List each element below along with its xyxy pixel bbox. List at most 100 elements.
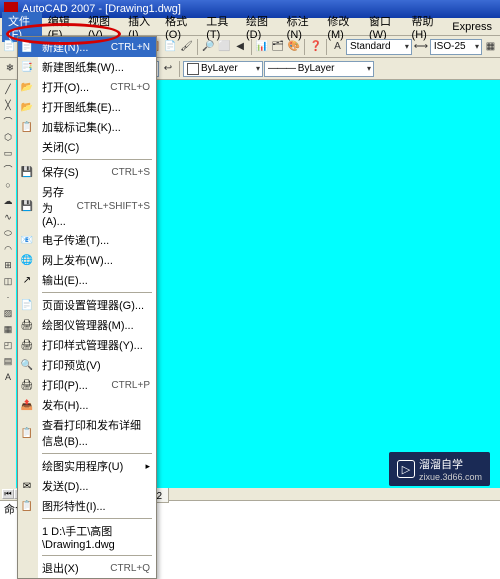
pline-icon[interactable]: ⌒	[1, 114, 15, 128]
arc-icon[interactable]: ⌒	[1, 162, 15, 176]
spline-icon[interactable]: ∿	[1, 210, 15, 224]
dcenter-icon[interactable]: 🗂	[270, 39, 285, 55]
menu-separator	[42, 292, 152, 293]
menu-express[interactable]: Express	[446, 20, 498, 34]
region-icon[interactable]: ◰	[1, 338, 15, 352]
file-menu-item[interactable]: 💾保存(S)CTRL+S	[18, 162, 156, 182]
tpalette-icon[interactable]: 🎨	[286, 39, 301, 55]
revcloud-icon[interactable]: ☁	[1, 194, 15, 208]
linetype-dropdown[interactable]: ——— ByLayer	[264, 61, 374, 77]
file-menu-item[interactable]: 🌐网上发布(W)...	[18, 250, 156, 270]
file-menu-item[interactable]: 📤 发布(H)...	[18, 395, 156, 415]
menu-item-icon	[20, 459, 34, 473]
color-dropdown[interactable]: ByLayer	[183, 61, 263, 77]
circle-icon[interactable]: ○	[1, 178, 15, 192]
file-menu-item[interactable]: 📄页面设置管理器(G)...	[18, 295, 156, 315]
play-icon: ▷	[397, 460, 415, 478]
file-menu-item[interactable]: 📧电子传递(T)...	[18, 230, 156, 250]
file-menu-item[interactable]: 关闭(C)	[18, 137, 156, 157]
gradient-icon[interactable]: ▦	[1, 322, 15, 336]
file-menu-item[interactable]: 📋加载标记集(K)...	[18, 117, 156, 137]
style-icon[interactable]: A	[330, 39, 345, 55]
new-icon[interactable]: 📄	[2, 39, 17, 55]
menu-item-label: 新建(N)...	[42, 39, 88, 55]
menu-item-icon: 🖨	[20, 318, 34, 332]
menu-item-label: 打印预览(V)	[42, 357, 101, 373]
ellarc-icon[interactable]: ◠	[1, 242, 15, 256]
insert-icon[interactable]: ⊞	[1, 258, 15, 272]
file-menu-item[interactable]: 退出(X)CTRL+Q	[18, 558, 156, 578]
color-label: ByLayer	[201, 63, 238, 74]
menu-tools[interactable]: 工具(T)	[200, 12, 240, 42]
menu-item-icon: ↗	[20, 273, 34, 287]
help-icon[interactable]: ❓	[308, 39, 323, 55]
menu-item-shortcut: CTRL+N	[111, 42, 150, 53]
file-menu-item[interactable]: 绘图实用程序(U)	[18, 456, 156, 476]
file-menu-item[interactable]: 🖨绘图仪管理器(M)...	[18, 315, 156, 335]
file-menu-item[interactable]: 📄新建(N)...CTRL+N	[18, 37, 156, 57]
file-menu-item[interactable]: 📋查看打印和发布详细信息(B)...	[18, 415, 156, 451]
file-menu-item[interactable]: 🖨打印(P)...CTRL+P	[18, 375, 156, 395]
table-icon[interactable]: ▦	[483, 39, 498, 55]
separator	[251, 39, 252, 55]
menu-item-label: 发送(D)...	[42, 478, 88, 494]
zoom-win-icon[interactable]: ⬜	[217, 39, 232, 55]
file-menu-item[interactable]: 📂打开(O)...CTRL+O	[18, 77, 156, 97]
zoom-prev-icon[interactable]: ◀	[233, 39, 248, 55]
menu-item-icon	[20, 530, 34, 544]
file-menu-item[interactable]: 💾另存为(A)...CTRL+SHIFT+S	[18, 182, 156, 230]
file-menu-item[interactable]: 🖨打印样式管理器(Y)...	[18, 335, 156, 355]
point-icon[interactable]: ·	[1, 290, 15, 304]
text-style-dropdown[interactable]: Standard	[346, 39, 412, 55]
xline-icon[interactable]: ╳	[1, 98, 15, 112]
file-menu-item[interactable]: 🔍 打印预览(V)	[18, 355, 156, 375]
menu-dim[interactable]: 标注(N)	[281, 12, 322, 42]
ellipse-icon[interactable]: ⬭	[1, 226, 15, 240]
paste-icon[interactable]: 📄	[163, 39, 178, 55]
menu-item-icon: 📑	[20, 60, 34, 74]
layer-prev-icon[interactable]: ↩	[160, 61, 176, 77]
layer-mgr-icon[interactable]: ❄	[2, 61, 18, 77]
menu-format[interactable]: 格式(O)	[159, 12, 200, 42]
match-icon[interactable]: 🖌	[179, 39, 194, 55]
menu-item-label: 打开(O)...	[42, 79, 89, 95]
block-icon[interactable]: ◫	[1, 274, 15, 288]
menu-item-icon: 🔍	[20, 358, 34, 372]
menu-bar: 文件(F) 编辑(E) 视图(V) 插入(I) 格式(O) 工具(T) 绘图(D…	[0, 18, 500, 36]
menu-item-label: 绘图实用程序(U)	[42, 458, 123, 474]
table-draw-icon[interactable]: ▤	[1, 354, 15, 368]
polygon-icon[interactable]: ⬡	[1, 130, 15, 144]
menu-modify[interactable]: 修改(M)	[321, 12, 363, 42]
menu-item-icon: 📋	[20, 426, 34, 440]
file-menu-item[interactable]: 📋图形特性(I)...	[18, 496, 156, 516]
props-icon[interactable]: 📊	[255, 39, 270, 55]
zoom-rt-icon[interactable]: 🔎	[201, 39, 216, 55]
menu-window[interactable]: 窗口(W)	[363, 12, 406, 42]
submenu-arrow-icon	[145, 460, 150, 472]
menu-item-label: 页面设置管理器(G)...	[42, 297, 144, 313]
menu-item-shortcut: CTRL+SHIFT+S	[77, 201, 150, 212]
menu-item-label: 保存(S)	[42, 164, 79, 180]
file-menu-item[interactable]: 1 D:\手工\高图\Drawing1.dwg	[18, 521, 156, 553]
menu-item-icon: 💾	[20, 165, 34, 179]
tab-first-button[interactable]: ⏮	[2, 489, 14, 499]
file-menu-item[interactable]: ✉ 发送(D)...	[18, 476, 156, 496]
rect-icon[interactable]: ▭	[1, 146, 15, 160]
menu-item-icon: 📤	[20, 398, 34, 412]
menu-draw[interactable]: 绘图(D)	[240, 12, 281, 42]
file-menu-item[interactable]: 📂打开图纸集(E)...	[18, 97, 156, 117]
dim-icon[interactable]: ⟷	[413, 39, 429, 55]
file-menu-item[interactable]: 📑新建图纸集(W)...	[18, 57, 156, 77]
menu-item-icon: ✉	[20, 479, 34, 493]
menu-help[interactable]: 帮助(H)	[406, 12, 447, 42]
menu-item-label: 发布(H)...	[42, 397, 88, 413]
dim-style-dropdown[interactable]: ISO-25	[430, 39, 482, 55]
menu-separator	[42, 518, 152, 519]
hatch-icon[interactable]: ▨	[1, 306, 15, 320]
line-icon[interactable]: ╱	[1, 82, 15, 96]
menu-item-label: 退出(X)	[42, 560, 79, 576]
menu-item-icon: 🌐	[20, 253, 34, 267]
draw-toolbar: ╱ ╳ ⌒ ⬡ ▭ ⌒ ○ ☁ ∿ ⬭ ◠ ⊞ ◫ · ▨ ▦ ◰ ▤ A	[0, 80, 16, 488]
mtext-icon[interactable]: A	[1, 370, 15, 384]
file-menu-item[interactable]: ↗输出(E)...	[18, 270, 156, 290]
